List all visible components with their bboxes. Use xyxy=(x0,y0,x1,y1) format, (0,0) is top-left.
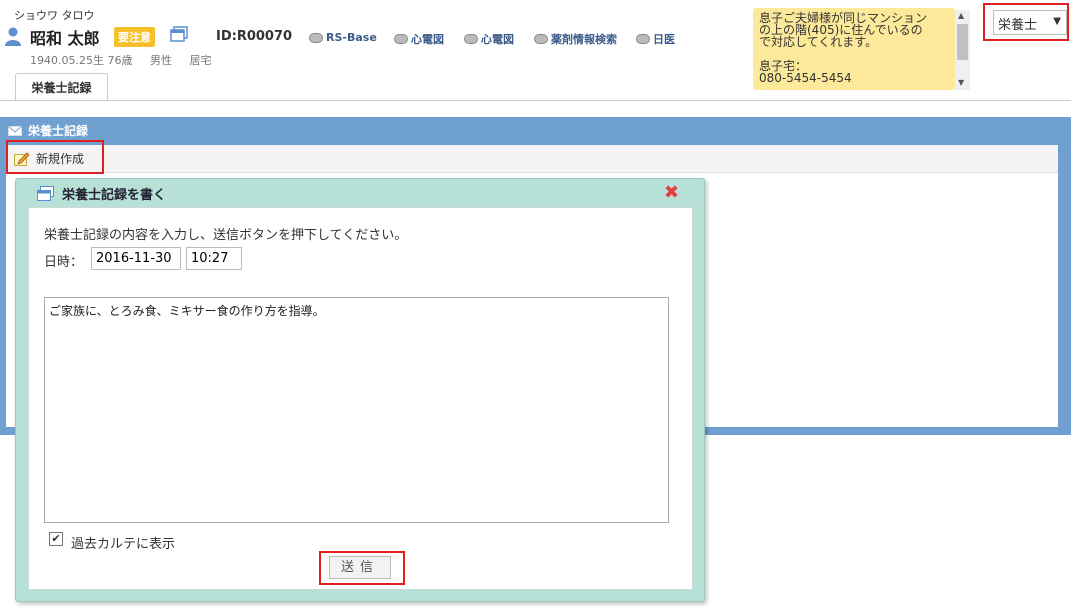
link-nichii[interactable]: 日医 xyxy=(636,31,675,47)
patient-birth: 1940.05.25生 76歳 xyxy=(30,54,133,67)
show-past-checkbox[interactable]: ✔ xyxy=(49,532,63,546)
link-icon xyxy=(464,34,478,44)
tab-divider xyxy=(0,100,1071,101)
link-icon xyxy=(309,32,323,43)
caution-badge: 要注意 xyxy=(114,27,155,47)
link-rs-base[interactable]: RS-Base xyxy=(309,31,377,44)
time-field[interactable] xyxy=(186,247,242,270)
link-icon xyxy=(534,34,548,44)
tab-nutritionist-record[interactable]: 栄養士記録 xyxy=(15,73,108,101)
close-icon[interactable]: ✖ xyxy=(664,184,679,202)
scroll-down-icon[interactable]: ▼ xyxy=(958,78,964,87)
show-past-label: 過去カルテに表示 xyxy=(71,537,176,552)
link-icon xyxy=(394,34,408,44)
role-select[interactable]: 栄養士 ▼ xyxy=(993,10,1067,35)
dialog-title: 栄養士記録を書く xyxy=(37,184,166,203)
patient-name: 昭和 太郎 xyxy=(30,29,100,48)
link-ecg-1[interactable]: 心電図 xyxy=(394,31,444,47)
link-icon xyxy=(636,34,650,44)
scroll-up-icon[interactable]: ▲ xyxy=(958,11,964,20)
panel-title: 栄養士記録 xyxy=(8,122,88,139)
chevron-down-icon: ▼ xyxy=(1053,16,1061,27)
memo-note: 息子ご夫婦様が同じマンション の上の階(405)に住んでいるの で対応してくれま… xyxy=(753,8,955,90)
patient-residence: 居宅 xyxy=(189,54,212,67)
panel-toolbar xyxy=(6,145,1058,173)
patient-kana: ショウワ タロウ xyxy=(14,9,95,22)
link-ecg-2[interactable]: 心電図 xyxy=(464,31,514,47)
person-icon xyxy=(5,27,21,46)
mail-icon xyxy=(8,125,22,136)
date-field[interactable] xyxy=(91,247,181,270)
memo-scrollbar[interactable]: ▲ ▼ xyxy=(955,10,970,90)
datetime-label: 日時： xyxy=(44,255,84,270)
window-icon[interactable] xyxy=(170,26,188,43)
record-content-textarea[interactable]: ご家族に、とろみ食、ミキサー食の作り方を指導。 xyxy=(44,297,669,523)
patient-sex: 男性 xyxy=(149,54,172,67)
link-drug-search[interactable]: 薬剤情報検索 xyxy=(534,31,617,47)
patient-id: ID:R00070 xyxy=(216,29,293,44)
patient-details: 1940.05.25生 76歳 男性 居宅 xyxy=(30,52,225,68)
send-button[interactable]: 送信 xyxy=(329,556,391,579)
dialog-instruction: 栄養士記録の内容を入力し、送信ボタンを押下してください。 xyxy=(44,228,408,243)
new-button-highlight xyxy=(6,140,104,174)
scroll-thumb[interactable] xyxy=(957,24,968,60)
window-icon xyxy=(37,186,54,201)
